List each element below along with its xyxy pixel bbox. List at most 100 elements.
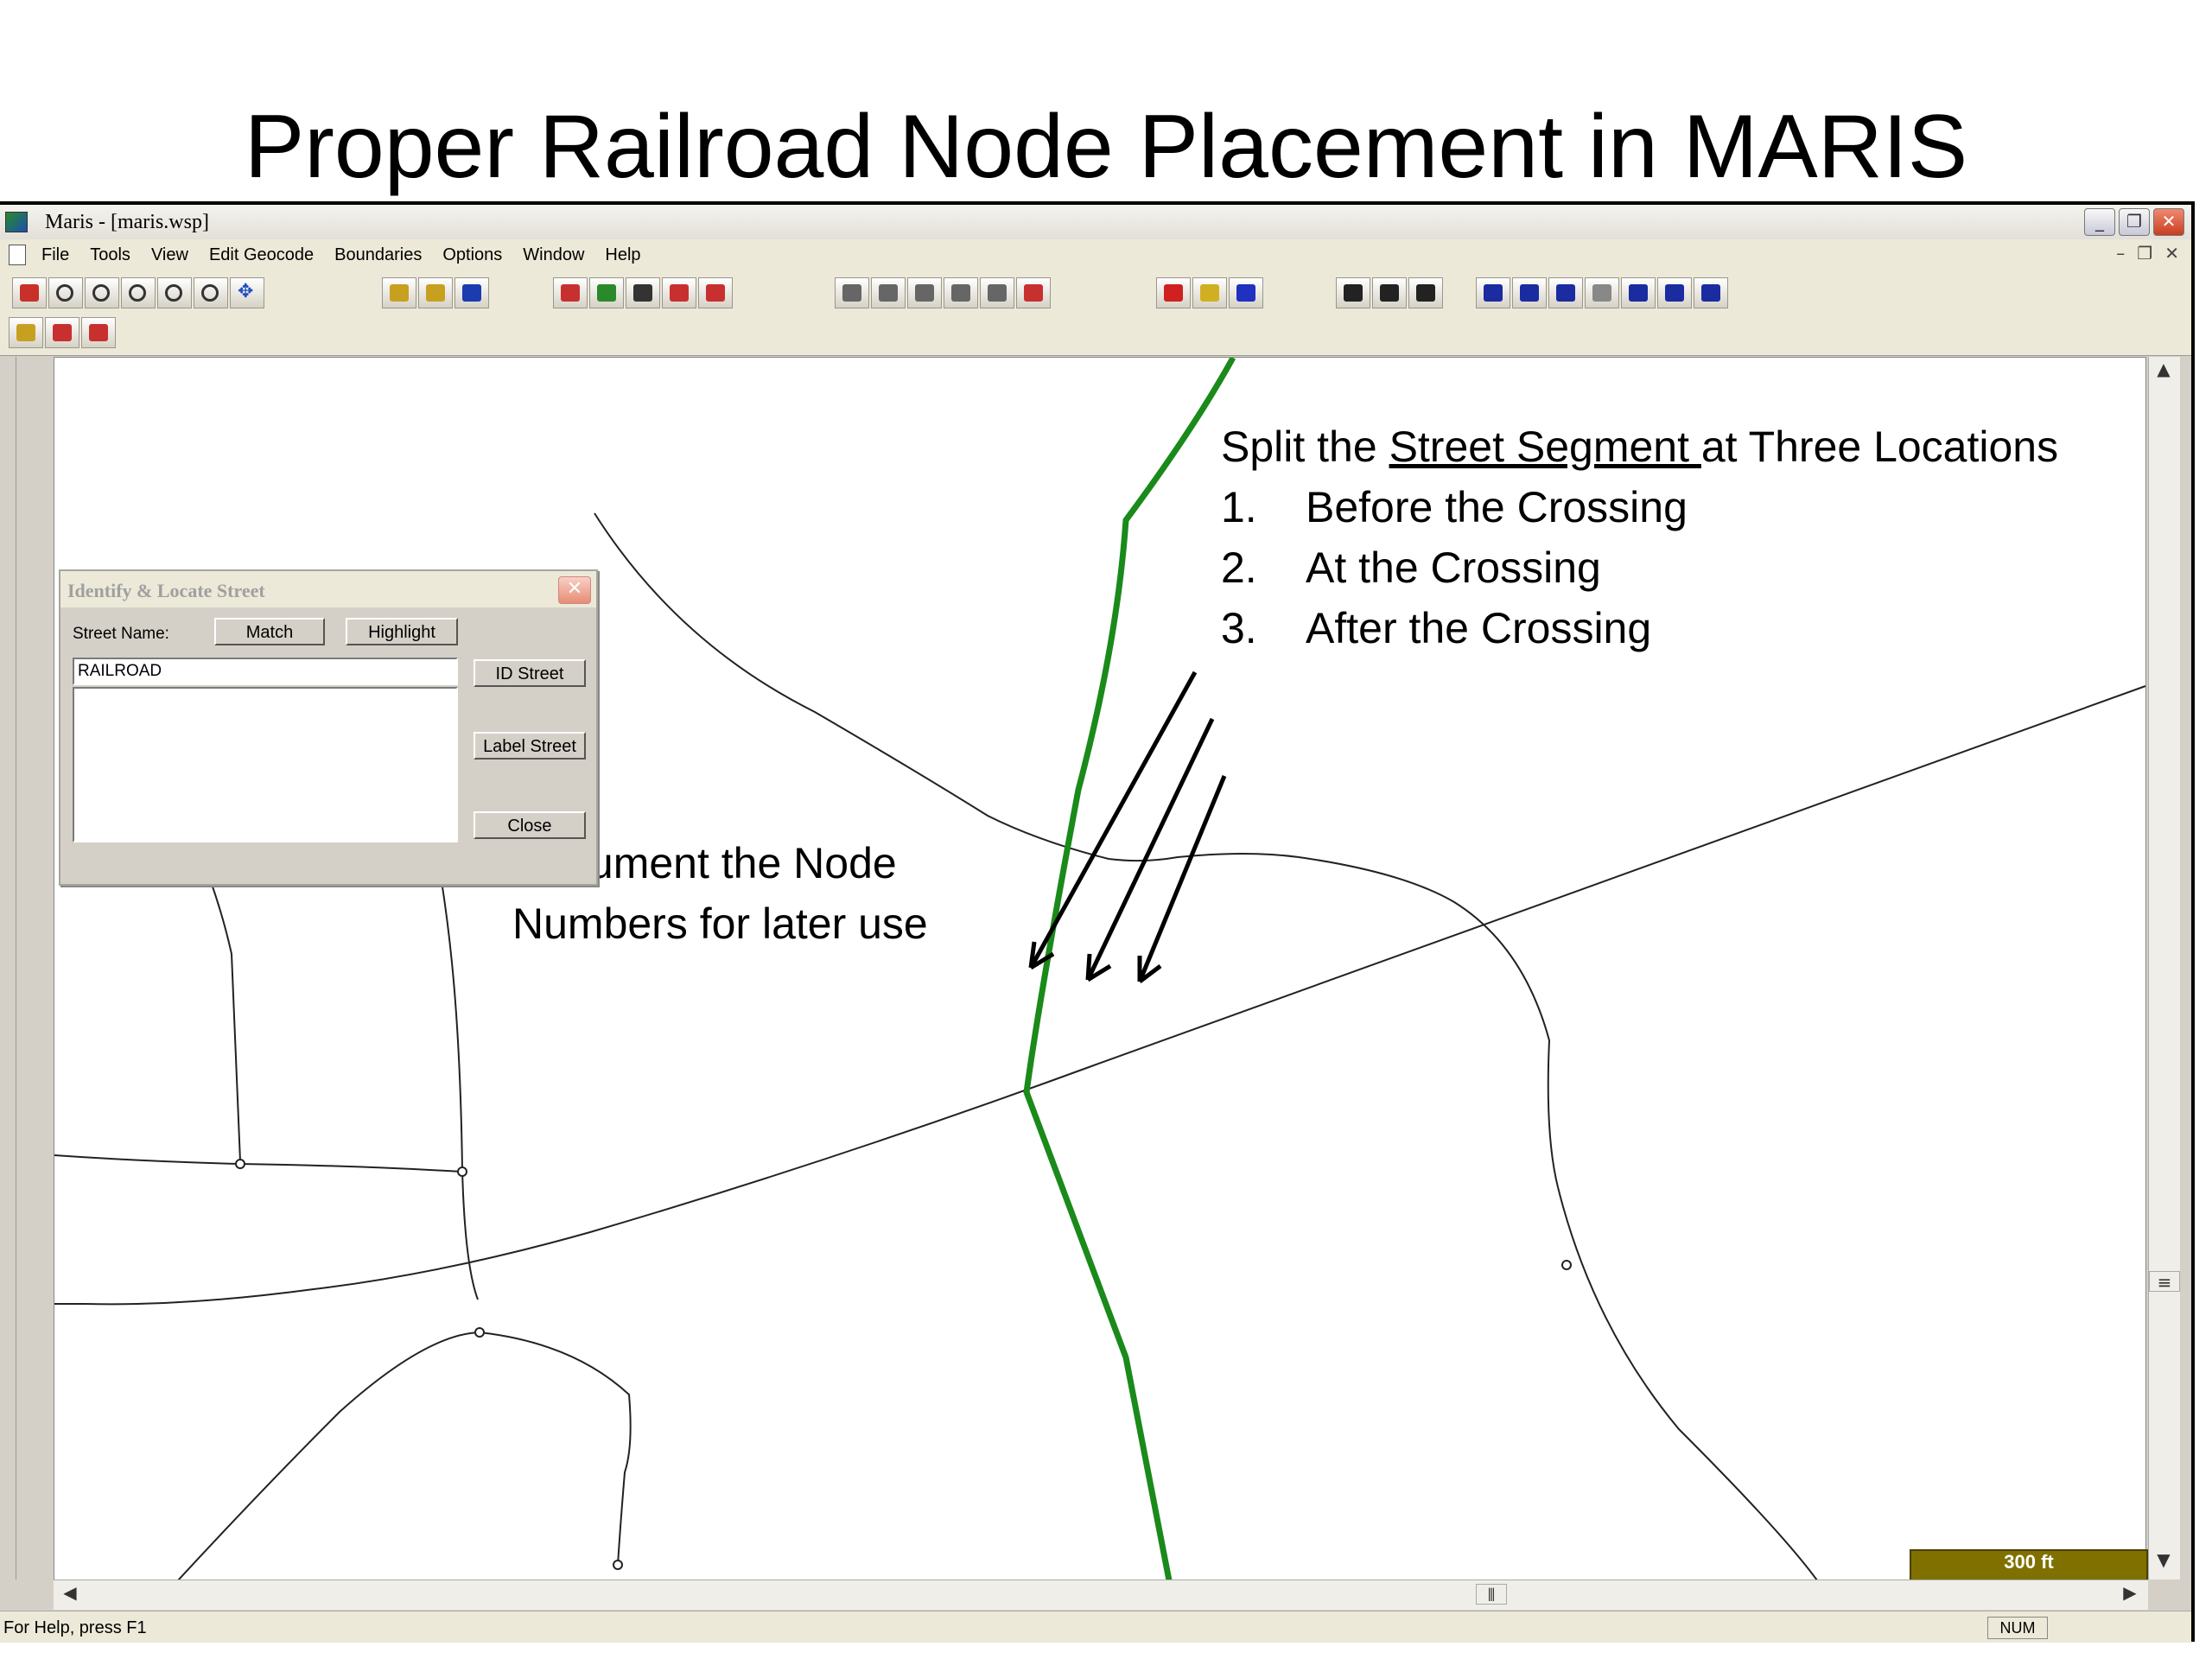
zoom-in-plus-icon[interactable] (85, 277, 119, 308)
segment-tool-5-icon[interactable] (1621, 277, 1656, 308)
layer-tool-3-icon[interactable] (454, 277, 489, 308)
identify-tool-icon[interactable] (12, 277, 47, 308)
street-horizontal (54, 1154, 463, 1173)
minimize-button[interactable]: _ (2084, 208, 2115, 236)
scroll-up-icon[interactable]: ▲ (2149, 359, 2178, 385)
check-tool-1-icon[interactable] (1156, 277, 1191, 308)
edit-tool-1-icon[interactable] (1336, 277, 1370, 308)
dialog-title: Identify & Locate Street (67, 580, 265, 601)
street-name-label: Street Name: (73, 625, 169, 643)
layer-tool-2-icon[interactable] (418, 277, 453, 308)
vertical-scrollbar[interactable]: ▲ ≡ ▼ (2148, 357, 2180, 1580)
menu-options[interactable]: Options (442, 245, 502, 265)
document-note-line2: Numbers for later use (512, 899, 928, 948)
status-help-text: For Help, press F1 (3, 1618, 147, 1637)
node-marker (235, 1159, 245, 1169)
step-number: 1. (1221, 483, 1257, 531)
dialog-close-button[interactable]: Close (474, 811, 586, 839)
node-marker (613, 1560, 623, 1570)
railroad-line (1023, 358, 1236, 1580)
menu-view[interactable]: View (151, 245, 188, 265)
check-tool-2-icon[interactable] (1192, 277, 1227, 308)
edit-tool-2-icon[interactable] (1372, 277, 1407, 308)
dialog-close-icon[interactable]: ✕ (558, 576, 591, 604)
label-street-button[interactable]: Label Street (474, 732, 586, 760)
identify-locate-dialog: Identify & Locate Street ✕ Street Name: … (59, 569, 598, 886)
pan-icon[interactable]: ✥ (230, 277, 264, 308)
scroll-down-icon[interactable]: ▼ (2149, 1549, 2178, 1575)
restore-button[interactable]: ❐ (2119, 208, 2150, 236)
step-item: 1. Before the Crossing (1221, 477, 2058, 537)
segment-tool-7-icon[interactable] (1694, 277, 1728, 308)
street-name-input[interactable]: RAILROAD (73, 658, 458, 685)
main-toolbar: ✥ (0, 269, 2191, 312)
node-tool-3-icon[interactable] (907, 277, 942, 308)
street-tool-2-icon[interactable] (589, 277, 624, 308)
step-item: 2. At the Crossing (1221, 537, 2058, 598)
zoom-previous-icon[interactable] (194, 277, 228, 308)
street-tool-1-icon[interactable] (553, 277, 588, 308)
menu-help[interactable]: Help (605, 245, 640, 265)
node-tool-4-icon[interactable] (944, 277, 978, 308)
street-loop (176, 1331, 632, 1580)
zoom-out-icon[interactable] (121, 277, 156, 308)
node-marker (474, 1327, 485, 1338)
segment-tool-1-icon[interactable] (1476, 277, 1510, 308)
left-panel-strip (0, 357, 16, 1580)
step-text: Before the Crossing (1306, 483, 1688, 531)
street-results-list[interactable] (73, 687, 458, 842)
geocode-tool-1-icon[interactable] (9, 317, 43, 348)
mdi-restore-icon[interactable]: ❐ (2137, 243, 2152, 264)
scroll-left-icon[interactable]: ◀ (55, 1582, 85, 1608)
node-marker (1561, 1260, 1572, 1270)
maris-window: Maris - [maris.wsp] _ ❐ ✕ File Tools Vie… (0, 201, 2195, 1643)
zoom-in-icon[interactable] (48, 277, 83, 308)
menu-window[interactable]: Window (523, 245, 584, 265)
step-number: 2. (1221, 543, 1257, 592)
geocode-tool-3-icon[interactable] (81, 317, 116, 348)
annotation-arrows (1028, 671, 1227, 983)
edit-tool-3-icon[interactable] (1408, 277, 1443, 308)
mdi-minimize-icon[interactable]: – (2116, 243, 2125, 264)
match-button[interactable]: Match (214, 618, 325, 645)
node-tool-1-icon[interactable] (835, 277, 869, 308)
map-canvas[interactable]: Split the Street Segment at Three Locati… (54, 357, 2146, 1581)
street-tool-5-icon[interactable] (698, 277, 733, 308)
scroll-thumb-vertical[interactable]: ≡ (2149, 1271, 2180, 1293)
menu-edit-geocode[interactable]: Edit Geocode (209, 245, 314, 265)
zoom-full-icon[interactable] (157, 277, 192, 308)
close-window-button[interactable]: ✕ (2153, 208, 2184, 236)
title-bar: Maris - [maris.wsp] _ ❐ ✕ (0, 205, 2191, 240)
scroll-right-icon[interactable]: ▶ (2115, 1582, 2145, 1608)
node-tool-2-icon[interactable] (871, 277, 906, 308)
segment-tool-6-icon[interactable] (1657, 277, 1692, 308)
split-prefix: Split the (1221, 423, 1389, 471)
check-tool-3-icon[interactable] (1229, 277, 1263, 308)
segment-tool-4-icon[interactable] (1585, 277, 1619, 308)
step-text: After the Crossing (1306, 604, 1652, 652)
horizontal-scrollbar[interactable]: ◀ ⦀ ▶ (54, 1580, 2148, 1610)
street-tool-4-icon[interactable] (662, 277, 696, 308)
step-text: At the Crossing (1306, 543, 1601, 592)
node-tool-6-icon[interactable] (1016, 277, 1051, 308)
layer-tool-1-icon[interactable] (382, 277, 416, 308)
split-suffix: at Three Locations (1700, 423, 2059, 471)
slide-title: Proper Railroad Node Placement in MARIS (244, 97, 1968, 197)
document-icon[interactable] (9, 245, 26, 265)
id-street-button[interactable]: ID Street (474, 659, 586, 687)
num-lock-indicator: NUM (1987, 1617, 2048, 1639)
segment-tool-3-icon[interactable] (1548, 277, 1583, 308)
mdi-close-icon[interactable]: ✕ (2164, 243, 2179, 264)
dialog-title-bar[interactable]: Identify & Locate Street ✕ (60, 571, 596, 607)
menu-boundaries[interactable]: Boundaries (334, 245, 422, 265)
menu-tools[interactable]: Tools (90, 245, 130, 265)
status-bar: For Help, press F1 NUM (0, 1611, 2191, 1643)
street-tool-3-icon[interactable] (626, 277, 660, 308)
scale-bar: 300 ft (1910, 1549, 2148, 1584)
scroll-thumb-horizontal[interactable]: ⦀ (1476, 1584, 1507, 1605)
geocode-tool-2-icon[interactable] (45, 317, 79, 348)
menu-file[interactable]: File (41, 245, 69, 265)
segment-tool-2-icon[interactable] (1512, 277, 1547, 308)
highlight-button[interactable]: Highlight (346, 618, 458, 645)
node-tool-5-icon[interactable] (980, 277, 1014, 308)
